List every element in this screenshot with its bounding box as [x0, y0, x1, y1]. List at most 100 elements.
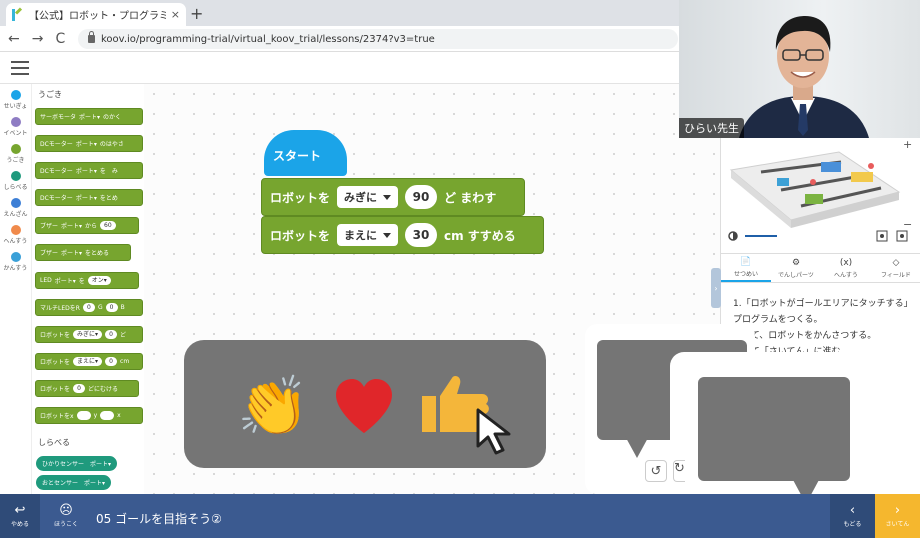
- palette-block-led[interactable]: LED ポート▾ をオン▾: [35, 272, 139, 289]
- robot-turn-block[interactable]: ロボットを みぎに 90 ど まわす: [261, 178, 525, 216]
- caret-down-icon: [383, 194, 392, 200]
- category-variables[interactable]: へんすう: [0, 225, 31, 250]
- angle-input[interactable]: 90: [405, 185, 438, 209]
- block-palette: うごき サーボモータ ポート▾ のかく DCモーター ポート▾ のはやさ DCモーターポ…: [32, 84, 144, 494]
- panel-collapse-button[interactable]: ›: [711, 268, 721, 308]
- tab-electronic-parts[interactable]: ⚙ でんしパーツ: [771, 254, 821, 282]
- grade-button[interactable]: › さいてん: [875, 494, 920, 538]
- tab-title: 【公式】ロボット・プログラミング学習キ: [29, 11, 166, 22]
- reaction-bar: 👏: [184, 340, 546, 468]
- close-icon[interactable]: ×: [171, 8, 180, 21]
- palette-block-robot-forward[interactable]: ロボットを まえに▾ 0 cm: [35, 353, 143, 370]
- palette-block-sound-sensor[interactable]: おとセンサー ポート▾: [36, 475, 112, 490]
- url-input[interactable]: koov.io/programming-trial/virtual_koov_t…: [78, 29, 678, 49]
- palette-block-robot-move-xy[interactable]: ロボットをx y x: [35, 407, 143, 424]
- tab-field[interactable]: ◇ フィールド: [871, 254, 920, 282]
- palette-block-robot-turn[interactable]: ロボットを みぎに▾ 0 ど: [35, 326, 143, 343]
- clap-icon[interactable]: 👏: [237, 376, 309, 436]
- category-label: うごき: [6, 157, 25, 164]
- reload-icon[interactable]: C: [55, 31, 65, 47]
- caret-down-icon: [383, 232, 392, 238]
- block-value[interactable]: みぎに▾: [73, 330, 103, 339]
- heart-icon[interactable]: [334, 379, 394, 435]
- tab-explanation[interactable]: 📄 せつめい: [721, 254, 771, 282]
- category-functions[interactable]: かんすう: [0, 252, 31, 277]
- block-text: から: [85, 223, 98, 230]
- field-icon: ◇: [892, 257, 900, 268]
- redo-button[interactable]: ↻: [673, 460, 685, 482]
- direction-dropdown[interactable]: まえに: [337, 224, 399, 246]
- palette-section-title: うごき: [38, 90, 62, 99]
- brightness-icon[interactable]: [728, 231, 738, 241]
- palette-block-robot-face[interactable]: ロボットを 0 どにむける: [35, 380, 139, 397]
- category-dot-icon: [10, 171, 21, 181]
- category-dot-icon: [10, 144, 21, 154]
- category-dot-icon: [10, 225, 21, 235]
- browser-tab[interactable]: 【公式】ロボット・プログラミング学習キ ×: [6, 3, 186, 26]
- palette-block-dc-speed[interactable]: DCモーター ポート▾ のはやさ: [35, 135, 143, 152]
- zoom-in-button[interactable]: +: [903, 138, 912, 151]
- start-block[interactable]: スタート: [264, 130, 347, 176]
- block-value[interactable]: 0: [105, 330, 118, 339]
- chat-bubble-tail: [625, 436, 649, 458]
- palette-block-buzzer-stop[interactable]: ブザー ポート▾ をとめる: [35, 244, 131, 261]
- palette-block-dc-stop[interactable]: DCモーター ポート▾ をとめ: [35, 189, 143, 206]
- quit-button[interactable]: ↩ やめる: [0, 494, 40, 538]
- block-text: ど まわす: [444, 190, 497, 205]
- tab-variables[interactable]: (x) へんすう: [821, 254, 871, 282]
- dropdown-value: みぎに: [344, 191, 378, 204]
- block-text: ポート▾: [75, 141, 97, 148]
- palette-block-light-sensor[interactable]: ひかりセンサー ポート▾: [36, 456, 118, 471]
- forward-arrow-icon[interactable]: →: [32, 31, 44, 47]
- back-arrow-icon[interactable]: ←: [8, 31, 20, 47]
- palette-block-dc-turn[interactable]: DCモーター ポート▾ を み: [35, 162, 143, 179]
- hamburger-menu-icon[interactable]: [11, 61, 29, 75]
- block-value[interactable]: 60: [100, 221, 116, 230]
- face-icon: ☹: [59, 503, 73, 518]
- report-button[interactable]: ☹ ほうこく: [44, 494, 88, 538]
- block-text: ロボットを: [40, 332, 71, 339]
- panel-tabs: 📄 せつめい ⚙ でんしパーツ (x) へんすう ◇ フィールド: [721, 253, 920, 283]
- chevron-left-icon: ‹: [849, 503, 856, 518]
- category-dot-icon: [10, 117, 21, 127]
- distance-input[interactable]: 30: [405, 223, 438, 247]
- direction-dropdown[interactable]: みぎに: [337, 186, 399, 208]
- new-tab-button[interactable]: +: [190, 4, 203, 23]
- palette-block-buzzer[interactable]: ブザー ポート▾ から 60: [35, 217, 139, 234]
- undo-button[interactable]: ↺: [645, 460, 667, 482]
- category-label: かんすう: [3, 265, 28, 272]
- simulator-field[interactable]: + −: [721, 138, 920, 236]
- tab-label: でんしパーツ: [778, 271, 814, 279]
- block-value[interactable]: 0: [105, 357, 118, 366]
- robot-forward-block[interactable]: ロボットを まえに 30 cm すすめる: [261, 216, 544, 254]
- category-operators[interactable]: えんざん: [0, 198, 31, 223]
- category-sensing[interactable]: しらべる: [0, 171, 31, 196]
- block-value[interactable]: 0: [73, 384, 86, 393]
- category-dot-icon: [10, 198, 21, 208]
- lesson-instructions: 1.「ロボットがゴールエリアにタッチする」 プログラムをつくる。 らして、ロボッ…: [733, 296, 919, 360]
- block-text: B: [120, 304, 125, 311]
- block-text: のかく: [103, 114, 122, 121]
- fit-view-icon[interactable]: [876, 230, 888, 242]
- block-value[interactable]: [76, 411, 91, 420]
- block-value[interactable]: [100, 411, 115, 420]
- variable-icon: (x): [839, 257, 853, 268]
- block-text: y: [93, 412, 98, 419]
- block-text: ポート▾: [54, 278, 76, 285]
- lock-icon: [88, 31, 95, 43]
- category-control[interactable]: せいぎょ: [0, 90, 31, 115]
- category-motion[interactable]: うごき: [0, 144, 31, 169]
- block-value[interactable]: 0: [105, 303, 118, 312]
- block-value[interactable]: まえに▾: [73, 357, 103, 366]
- block-value[interactable]: 0: [82, 303, 95, 312]
- grade-label: さいてん: [885, 521, 910, 528]
- palette-block-multi-led[interactable]: マルチLEDをR 0 G 0 B: [35, 299, 143, 316]
- reset-view-icon[interactable]: [896, 230, 908, 242]
- palette-block-servo[interactable]: サーボモータ ポート▾ のかく: [35, 108, 143, 125]
- category-event[interactable]: イベント: [0, 117, 31, 142]
- block-text: DCモーター: [40, 168, 73, 175]
- block-value[interactable]: オン▾: [87, 276, 111, 285]
- back-label: もどる: [843, 521, 862, 528]
- mouse-pointer-icon: [476, 408, 511, 455]
- back-button[interactable]: ‹ もどる: [830, 494, 875, 538]
